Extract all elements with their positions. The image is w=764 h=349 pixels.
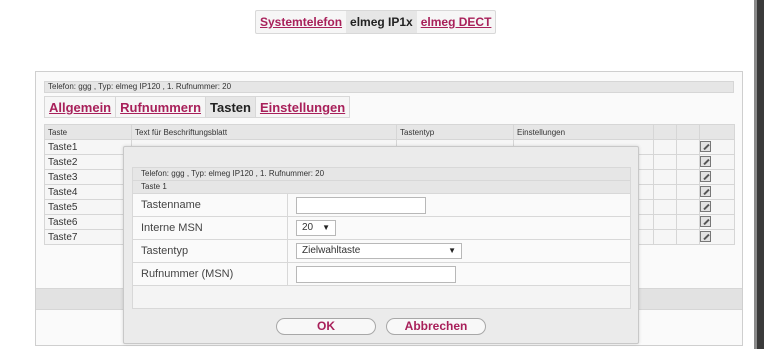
edit-icon[interactable] (700, 186, 711, 198)
dialog-phone-info: Telefon: ggg , Typ: elmeg IP120 , 1. Ruf… (133, 168, 630, 181)
column-header-blank (699, 124, 735, 140)
tastentyp-select[interactable]: Zielwahltaste ▼ (296, 243, 462, 259)
window-edge (754, 0, 764, 349)
key-name: Taste6 (44, 214, 132, 230)
dialog-form: Telefon: ggg , Typ: elmeg IP120 , 1. Ruf… (132, 167, 631, 309)
phone-info: Telefon: ggg , Typ: elmeg IP120 , 1. Ruf… (44, 81, 734, 93)
form-row-rufnummer: Rufnummer (MSN) (133, 263, 630, 286)
dialog-buttons: OK Abbrechen (124, 318, 638, 335)
tab-elmeg-ip1x[interactable]: elmeg IP1x (346, 11, 417, 33)
tastentyp-label: Tastentyp (133, 240, 288, 262)
table-header-row: Taste Text für Beschriftungsblatt Tasten… (44, 124, 735, 140)
key-name: Taste4 (44, 184, 132, 200)
edit-icon[interactable] (700, 216, 711, 228)
edit-icon[interactable] (700, 231, 711, 243)
key-name: Taste2 (44, 154, 132, 170)
tastenname-input[interactable] (296, 196, 426, 214)
edit-icon[interactable] (700, 156, 711, 168)
sub-tab-bar: Allgemein Rufnummern Tasten Einstellunge… (44, 96, 351, 118)
tastentyp-value: Zielwahltaste (302, 245, 361, 256)
key-name: Taste3 (44, 169, 132, 185)
column-header-blank (653, 124, 677, 140)
column-header-einstellungen: Einstellungen (513, 124, 654, 140)
edit-icon[interactable] (700, 201, 711, 213)
tab-elmeg-dect[interactable]: elmeg DECT (417, 11, 496, 33)
tab-systemtelefon[interactable]: Systemtelefon (256, 11, 346, 33)
column-header-text: Text für Beschriftungsblatt (131, 124, 397, 140)
key-name: Taste7 (44, 229, 132, 245)
cancel-button[interactable]: Abbrechen (386, 318, 486, 335)
edit-key-dialog: Telefon: ggg , Typ: elmeg IP120 , 1. Ruf… (123, 146, 639, 344)
column-header-blank (676, 124, 700, 140)
dropdown-arrow-icon: ▼ (322, 223, 330, 232)
form-row-interne-msn: Interne MSN 20 ▼ (133, 217, 630, 240)
edit-icon[interactable] (700, 171, 711, 183)
edit-icon[interactable] (700, 141, 711, 153)
interne-msn-value: 20 (302, 222, 314, 233)
rufnummer-label: Rufnummer (MSN) (133, 263, 288, 285)
dropdown-arrow-icon: ▼ (448, 246, 456, 255)
tab-rufnummern[interactable]: Rufnummern (116, 97, 207, 117)
ok-button[interactable]: OK (276, 318, 376, 335)
tab-allgemein[interactable]: Allgemein (45, 97, 117, 117)
dialog-key-title: Taste 1 (133, 181, 630, 194)
tastenname-label: Tastenname (133, 194, 288, 216)
key-name: Taste1 (44, 139, 132, 155)
tab-einstellungen[interactable]: Einstellungen (256, 97, 349, 117)
form-row-tastentyp: Tastentyp Zielwahltaste ▼ (133, 240, 630, 263)
column-header-tastentyp: Tastentyp (396, 124, 514, 140)
key-name: Taste5 (44, 199, 132, 215)
form-row-tastenname: Tastenname (133, 194, 630, 217)
interne-msn-select[interactable]: 20 ▼ (296, 220, 336, 236)
top-tab-bar: Systemtelefon elmeg IP1x elmeg DECT (255, 10, 497, 34)
interne-msn-label: Interne MSN (133, 217, 288, 239)
column-header-taste: Taste (44, 124, 132, 140)
tab-tasten[interactable]: Tasten (206, 97, 256, 117)
rufnummer-input[interactable] (296, 265, 456, 283)
